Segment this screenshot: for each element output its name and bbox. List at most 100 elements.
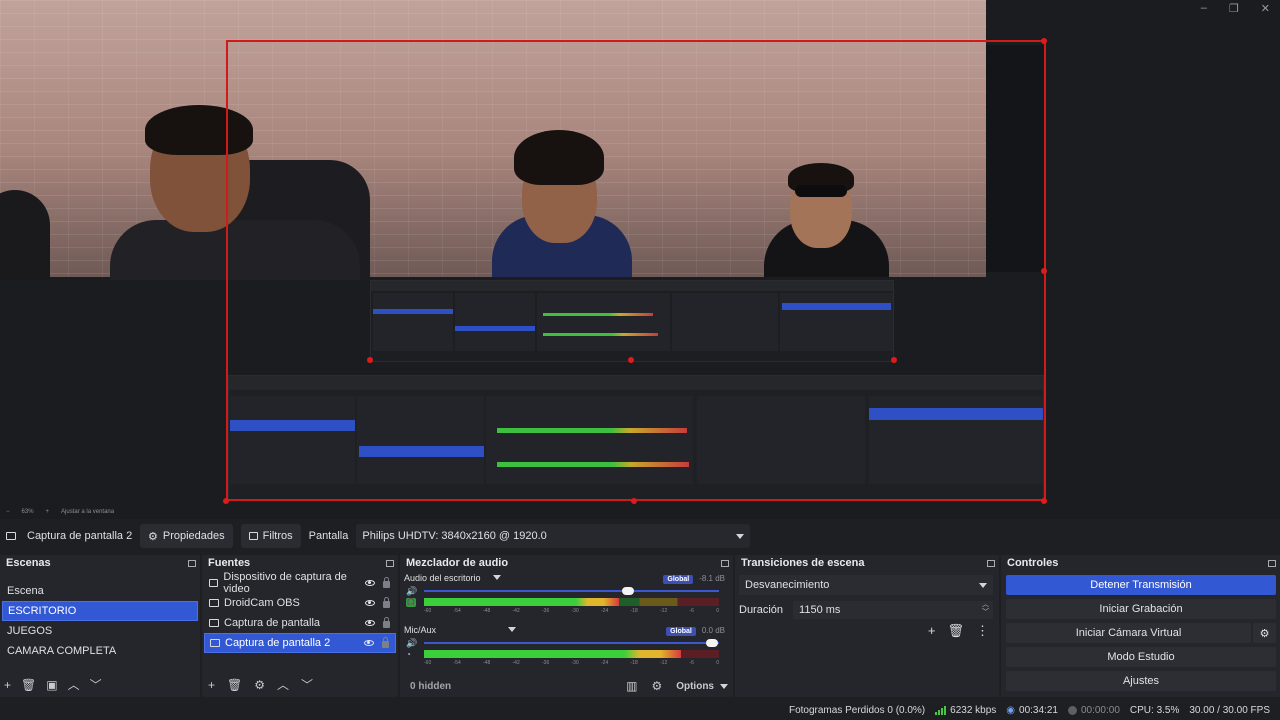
meter-tick-label: 0 — [716, 608, 719, 614]
stop-streaming-button[interactable]: Detener Transmisión — [1006, 575, 1276, 595]
fps: 30.00 / 30.00 FPS — [1189, 704, 1270, 716]
layout-toggle-icon[interactable]: ▥ — [626, 679, 637, 693]
minimize-icon[interactable]: – — [1201, 2, 1207, 15]
visibility-icon[interactable] — [365, 600, 375, 606]
source-label: Captura de pantalla — [224, 617, 321, 629]
scenes-dock: Escenas Escena ESCRITORIO JUEGOS CAMARA … — [0, 555, 200, 697]
meter-tick-label: 0 — [716, 660, 719, 666]
advanced-audio-icon[interactable]: ⚙ — [651, 679, 662, 693]
volume-slider[interactable] — [424, 590, 719, 592]
duration-label: Duración — [739, 604, 784, 616]
meter-fill — [424, 650, 681, 658]
scene-filters-icon[interactable]: ▣ — [46, 678, 57, 692]
move-up-icon[interactable]: ︿ — [277, 676, 289, 693]
maximize-icon[interactable]: ❐ — [1229, 2, 1239, 15]
scene-item[interactable]: JUEGOS — [2, 621, 198, 641]
popout-icon[interactable] — [987, 559, 995, 567]
remove-scene-icon[interactable]: 🗑 — [21, 678, 36, 692]
global-badge: Global — [666, 626, 696, 636]
settings-button[interactable]: Ajustes — [1006, 671, 1276, 691]
transition-select[interactable]: Desvanecimiento — [739, 575, 993, 595]
add-source-icon[interactable]: + — [208, 678, 215, 692]
zoom-out-icon[interactable]: − — [6, 509, 10, 515]
display-value: Philips UHDTV: 3840x2160 @ 1920.0 — [362, 530, 547, 542]
popout-icon[interactable] — [721, 559, 729, 567]
chevron-down-icon — [979, 582, 987, 588]
selected-source-bounds[interactable] — [226, 40, 1046, 501]
popout-icon[interactable] — [1268, 559, 1276, 567]
controls-title: Controles — [1007, 557, 1059, 569]
spinner-icon[interactable]: ︿ ﹀ — [982, 601, 989, 617]
source-label: DroidCam OBS — [224, 597, 300, 609]
source-item[interactable]: DroidCam OBS — [204, 593, 396, 613]
scene-item[interactable]: CAMARA COMPLETA — [2, 641, 198, 661]
duration-input[interactable]: 1150 ms ︿ ﹀ — [793, 601, 993, 619]
meter-tick-label: -12 — [660, 608, 668, 614]
filters-button[interactable]: Filtros — [240, 524, 301, 548]
visibility-icon[interactable] — [365, 580, 375, 586]
start-recording-button[interactable]: Iniciar Grabación — [1006, 599, 1276, 619]
chevron-down-icon — [720, 683, 728, 689]
signal-icon — [935, 705, 947, 715]
remove-transition-icon[interactable]: 🗑 — [947, 623, 964, 639]
add-scene-icon[interactable]: + — [4, 678, 11, 692]
move-up-icon[interactable]: ︿ — [68, 676, 80, 693]
preview-canvas[interactable]: – ❐ ✕ — [0, 0, 1280, 505]
transitions-dock: Transiciones de escena Desvanecimiento D… — [735, 555, 999, 697]
lock-icon[interactable] — [383, 597, 390, 608]
meter-tick-label: -54 — [453, 660, 461, 666]
move-down-icon[interactable]: ﹀ — [301, 676, 313, 693]
display-select[interactable]: Philips UHDTV: 3840x2160 @ 1920.0 — [356, 524, 751, 548]
move-down-icon[interactable]: ﹀ — [90, 676, 102, 693]
close-icon[interactable]: ✕ — [1261, 2, 1270, 15]
popout-icon[interactable] — [386, 559, 394, 567]
options-label: Options — [676, 680, 714, 692]
controls-dock: Controles Detener Transmisión Iniciar Gr… — [1001, 555, 1280, 697]
browser-icon — [209, 599, 219, 607]
popout-icon[interactable] — [188, 559, 196, 567]
add-transition-icon[interactable]: + — [928, 623, 936, 639]
volume-slider-knob[interactable] — [706, 639, 718, 647]
headphones-icon[interactable]: 🎧 — [406, 598, 416, 607]
scene-item-selected[interactable]: ESCRITORIO — [2, 601, 198, 621]
zoom-in-icon[interactable]: + — [46, 509, 50, 515]
source-properties-icon[interactable]: ⚙ — [254, 678, 265, 692]
speaker-icon[interactable]: 🔊 — [406, 586, 417, 596]
transition-value: Desvanecimiento — [745, 579, 830, 591]
volume-slider[interactable] — [424, 642, 719, 644]
chevron-down-icon[interactable] — [492, 575, 501, 580]
studio-mode-button[interactable]: Modo Estudio — [1006, 647, 1276, 667]
scene-item[interactable]: Escena — [2, 581, 198, 601]
lock-icon[interactable] — [383, 577, 390, 588]
lock-icon[interactable] — [383, 617, 390, 628]
chevron-down-icon — [736, 533, 745, 539]
meter-tick-label: -30 — [571, 608, 579, 614]
zoom-fit-dropdown[interactable]: Ajustar a la ventana — [61, 509, 114, 515]
hidden-count[interactable]: 0 hidden — [410, 681, 451, 692]
options-button[interactable]: Options — [676, 681, 728, 692]
mixer-channel-mic: Mic/Aux Global 0.0 dB 🔊 ◔ -60 -54 -48 -42 -36… — [404, 623, 725, 668]
source-item-selected[interactable]: Captura de pantalla 2 — [204, 633, 396, 653]
remove-source-icon[interactable]: 🗑 — [227, 678, 242, 692]
volume-slider-knob[interactable] — [622, 587, 634, 595]
chevron-down-icon[interactable] — [508, 627, 517, 632]
properties-button[interactable]: ⚙ Propiedades — [140, 524, 233, 548]
camera-icon — [209, 579, 219, 587]
visibility-icon[interactable] — [365, 620, 375, 626]
meter-tick-label: -54 — [453, 608, 461, 614]
speaker-icon[interactable]: 🔊 — [406, 638, 417, 648]
meter-ticks: -60 -54 -48 -42 -36 -30 -24 -18 -12 -6 0 — [424, 660, 719, 666]
visibility-icon[interactable] — [364, 640, 374, 646]
source-item[interactable]: Dispositivo de captura de video — [204, 571, 396, 595]
start-virtual-camera-button[interactable]: Iniciar Cámara Virtual — [1006, 623, 1251, 643]
properties-label: Propiedades — [162, 530, 225, 542]
monitor-off-icon[interactable]: ◔ — [406, 650, 416, 659]
more-icon[interactable]: ⋮ — [976, 623, 989, 639]
virtual-camera-settings-icon[interactable]: ⚙ — [1253, 623, 1276, 643]
meter-tick-label: -30 — [571, 660, 579, 666]
window-controls[interactable]: – ❐ ✕ — [1201, 2, 1270, 15]
lock-icon[interactable] — [382, 637, 389, 648]
meter-ticks: -60 -54 -48 -42 -36 -30 -24 -18 -12 -6 0 — [424, 608, 719, 614]
meter-fill — [424, 598, 619, 606]
source-item[interactable]: Captura de pantalla — [204, 613, 396, 633]
